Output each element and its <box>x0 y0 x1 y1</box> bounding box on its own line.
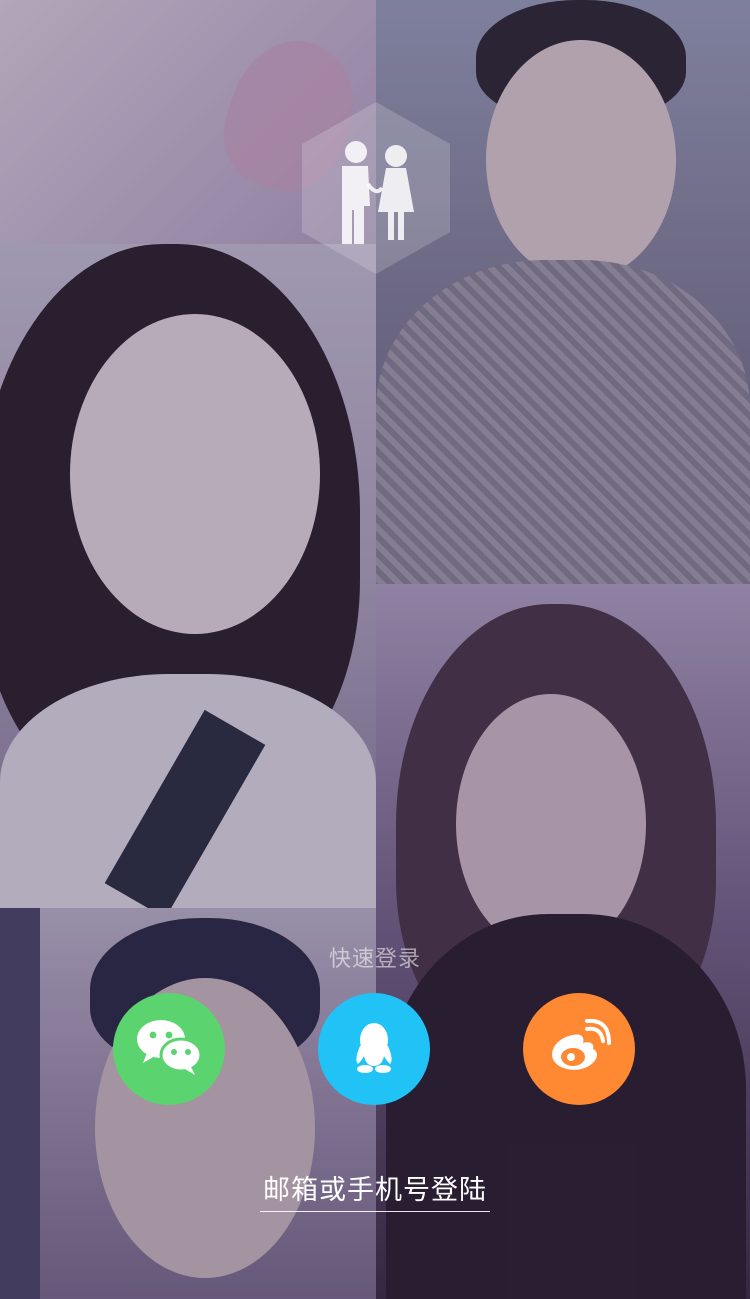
couple-logo-icon <box>296 100 456 276</box>
weibo-icon <box>547 1018 611 1079</box>
quick-login-label: 快速登录 <box>328 947 421 972</box>
weibo-login-button[interactable] <box>523 993 635 1105</box>
qq-icon <box>352 1020 396 1078</box>
photo-tile-middle-left <box>0 244 376 908</box>
wechat-login-button[interactable] <box>113 993 225 1105</box>
photo-tile-top-right <box>376 0 750 584</box>
qq-login-button[interactable] <box>318 993 430 1105</box>
email-phone-login-link[interactable]: 邮箱或手机号登陆 <box>260 1168 490 1212</box>
wechat-icon <box>135 1017 203 1081</box>
